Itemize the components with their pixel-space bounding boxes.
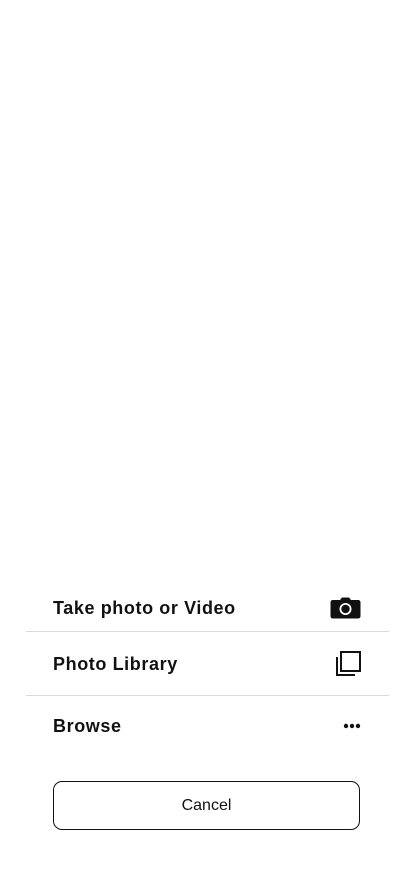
photo-library-icon <box>335 651 361 677</box>
take-photo-or-video-option[interactable]: Take photo or Video <box>26 584 389 632</box>
cancel-button[interactable]: Cancel <box>53 781 360 830</box>
camera-icon <box>330 597 361 619</box>
browse-option[interactable]: Browse <box>26 697 389 755</box>
photo-library-option[interactable]: Photo Library <box>26 633 389 696</box>
browse-label: Browse <box>53 715 122 736</box>
more-horizontal-icon <box>343 723 361 729</box>
take-photo-or-video-label: Take photo or Video <box>53 598 236 618</box>
photo-library-label: Photo Library <box>53 653 178 674</box>
attachment-action-sheet: Take photo or Video Photo Library Browse <box>0 0 417 895</box>
